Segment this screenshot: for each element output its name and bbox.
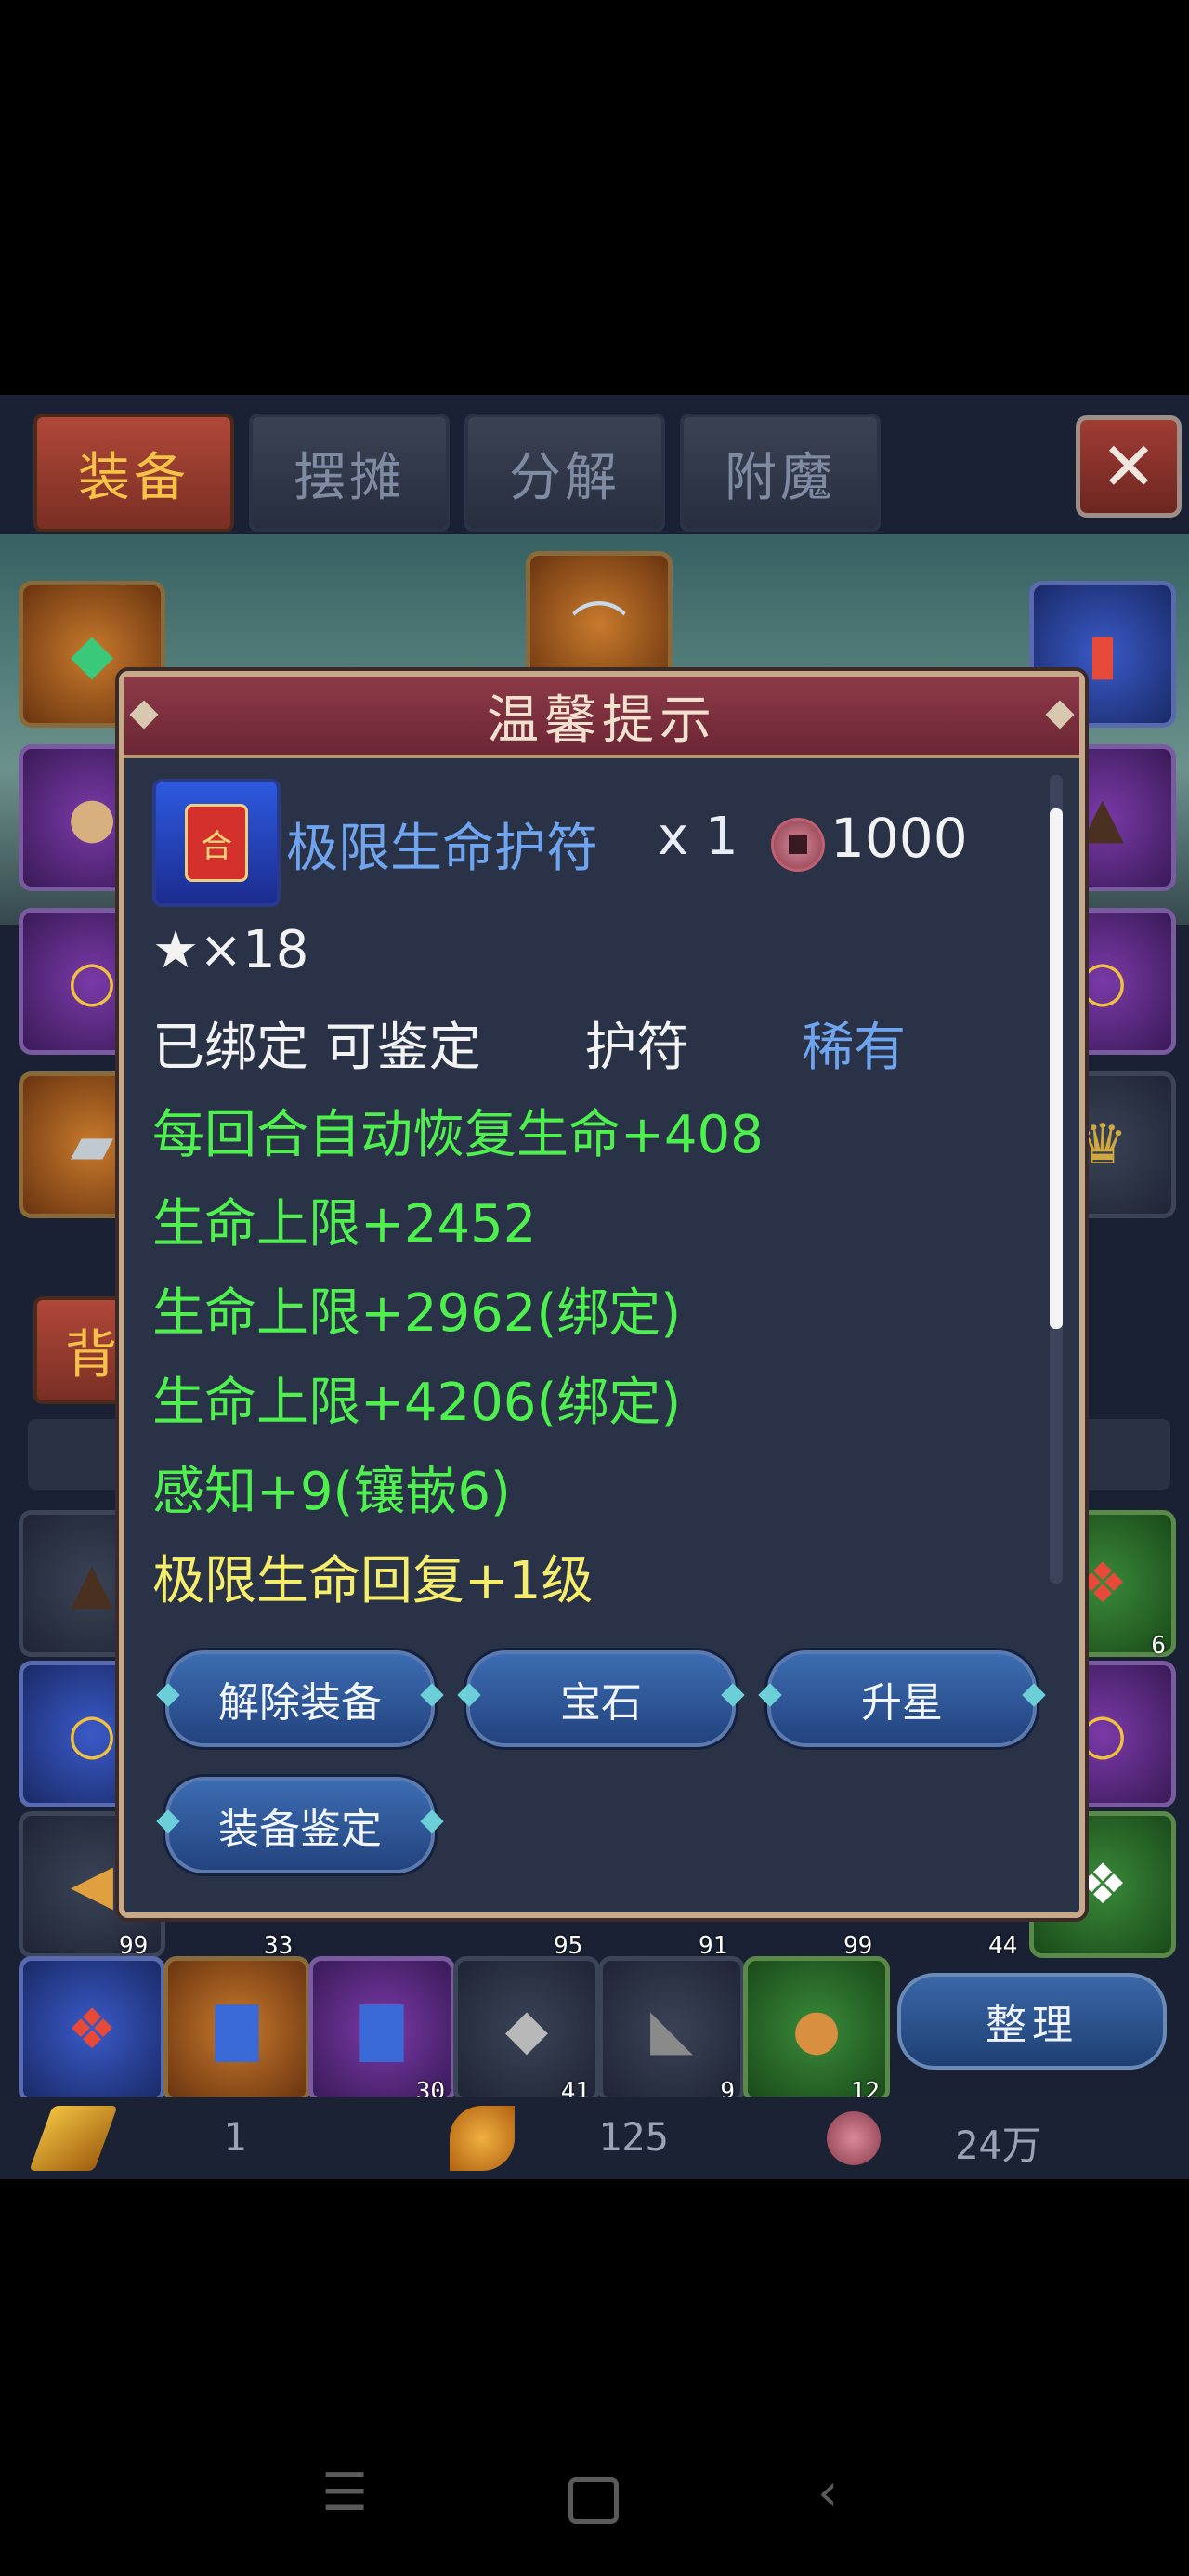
crown-icon: ♛ bbox=[1078, 1112, 1128, 1177]
close-icon: ✕ bbox=[1100, 427, 1157, 506]
identify-button-label: 装备鉴定 bbox=[218, 1806, 382, 1853]
leaf-icon bbox=[450, 2106, 515, 2171]
armor-icon: ▰ bbox=[70, 1112, 114, 1177]
item-rarity: 稀有 bbox=[802, 1018, 907, 1078]
book-icon: ▇ bbox=[215, 1997, 259, 2062]
sort-button[interactable]: 整理 bbox=[897, 1973, 1167, 2070]
dialog-title: 温馨提示 bbox=[487, 690, 717, 751]
inventory-slot[interactable]: ❖ bbox=[19, 1956, 165, 2103]
ring-icon: ○ bbox=[1078, 949, 1128, 1014]
attribute-line: 感知+9(镶嵌6) bbox=[152, 1462, 511, 1522]
item-count: 44 bbox=[988, 1932, 1018, 1960]
horse-icon: ▲ bbox=[1080, 785, 1125, 850]
button-ornament bbox=[420, 1809, 444, 1833]
ore-icon: ◆ bbox=[504, 1997, 549, 2062]
unequip-button[interactable]: 解除装备 bbox=[156, 1650, 444, 1747]
button-ornament bbox=[457, 1683, 481, 1707]
amulet-tag-char: 合 bbox=[201, 827, 232, 865]
pet-icon: ● bbox=[67, 785, 117, 850]
tooltip-dialog: 温馨提示 合 极限生命护符 x 1 1000 ★×18 已绑定 可鉴定 护符 稀… bbox=[119, 671, 1085, 1918]
inventory-slot[interactable]: ◆ 41 bbox=[453, 1956, 600, 2106]
leaf-value: 125 bbox=[598, 2114, 669, 2160]
attribute-line: 生命上限+4206(绑定) bbox=[152, 1373, 682, 1433]
back-icon[interactable]: ‹ bbox=[817, 2463, 838, 2523]
upgrade-star-button[interactable]: 升星 bbox=[758, 1650, 1046, 1747]
item-quantity: x 1 bbox=[658, 807, 738, 867]
button-ornament bbox=[758, 1683, 782, 1707]
gem-button-label: 宝石 bbox=[560, 1679, 642, 1727]
inventory-slot[interactable]: ▇ 30 bbox=[308, 1956, 455, 2106]
item-count: 6 bbox=[1151, 1632, 1166, 1660]
helmet-icon: ⌒ bbox=[571, 597, 627, 663]
inventory-slot[interactable]: ● 12 bbox=[743, 1956, 890, 2106]
amulet-icon: 合 bbox=[185, 804, 248, 882]
gift-icon: ❖ bbox=[67, 1997, 117, 2062]
coin-icon bbox=[827, 2111, 881, 2165]
ring-icon: ○ bbox=[67, 1702, 117, 1767]
inventory-slot[interactable]: ▇ bbox=[163, 1956, 310, 2103]
horse-icon: ▲ bbox=[70, 1551, 114, 1616]
gift-icon: ❖ bbox=[1078, 1852, 1128, 1917]
stone-icon: ◣ bbox=[649, 1997, 694, 2062]
tab-enchant[interactable]: 附魔 bbox=[680, 414, 881, 532]
home-icon[interactable] bbox=[568, 2477, 619, 2524]
currency-bar: 1 125 24万 bbox=[0, 2097, 1189, 2179]
gem-button[interactable]: 宝石 bbox=[457, 1650, 745, 1747]
unequip-button-label: 解除装备 bbox=[218, 1679, 382, 1727]
item-name: 极限生命护符 bbox=[286, 819, 598, 879]
scrollbar-thumb[interactable] bbox=[1050, 808, 1063, 1329]
horn-icon: ◀ bbox=[70, 1852, 114, 1917]
item-icon: 合 bbox=[152, 779, 281, 907]
star-level: ★×18 bbox=[152, 920, 309, 980]
attribute-line: 生命上限+2452 bbox=[152, 1194, 537, 1255]
scrollbar[interactable] bbox=[1050, 775, 1063, 1584]
button-ornament bbox=[721, 1683, 745, 1707]
tab-stall[interactable]: 摆摊 bbox=[249, 414, 450, 532]
button-ornament bbox=[156, 1809, 180, 1833]
inventory-count-row: 99 33 95 91 99 44 bbox=[0, 1915, 1189, 1960]
identify-button[interactable]: 装备鉴定 bbox=[156, 1777, 444, 1873]
menu-icon[interactable]: ☰ bbox=[321, 2463, 368, 2523]
attribute-line: 每回合自动恢复生命+408 bbox=[152, 1105, 764, 1165]
inventory-slot[interactable]: ◣ 9 bbox=[598, 1956, 745, 2106]
necklace-icon: ◆ bbox=[70, 622, 114, 687]
button-ornament bbox=[156, 1683, 180, 1707]
book-icon: ▇ bbox=[359, 1997, 404, 2062]
close-button[interactable]: ✕ bbox=[1076, 415, 1182, 518]
ring-icon: ○ bbox=[67, 949, 117, 1014]
button-ornament bbox=[1022, 1683, 1046, 1707]
tab-decompose[interactable]: 分解 bbox=[464, 414, 665, 532]
gold-bar-icon bbox=[29, 2106, 118, 2171]
item-price: 1000 bbox=[830, 807, 968, 870]
gift-icon: ❖ bbox=[1078, 1551, 1128, 1616]
coin-value: 24万 bbox=[955, 2123, 1041, 2168]
bind-status: 已绑定 可鉴定 bbox=[152, 1018, 481, 1078]
upgrade-star-button-label: 升星 bbox=[861, 1679, 943, 1727]
coin-icon bbox=[771, 818, 825, 872]
button-ornament bbox=[420, 1683, 444, 1707]
gold-value: 1 bbox=[223, 2114, 247, 2160]
amulet-icon: ▮ bbox=[1087, 622, 1118, 687]
tab-equipment[interactable]: 装备 bbox=[33, 414, 234, 532]
dialog-header: 温馨提示 bbox=[124, 677, 1079, 758]
attribute-line: 生命上限+2962(绑定) bbox=[152, 1283, 682, 1344]
info-line: 已绑定 可鉴定 护符 稀有 bbox=[152, 1005, 906, 1081]
ring-icon: ○ bbox=[1078, 1702, 1128, 1767]
money-bag-icon: ● bbox=[791, 1997, 842, 2062]
item-type: 护符 bbox=[584, 1018, 689, 1078]
system-nav-bar: ☰ ‹ bbox=[0, 2416, 1189, 2576]
special-attribute-line: 极限生命回复+1级 bbox=[152, 1551, 594, 1611]
